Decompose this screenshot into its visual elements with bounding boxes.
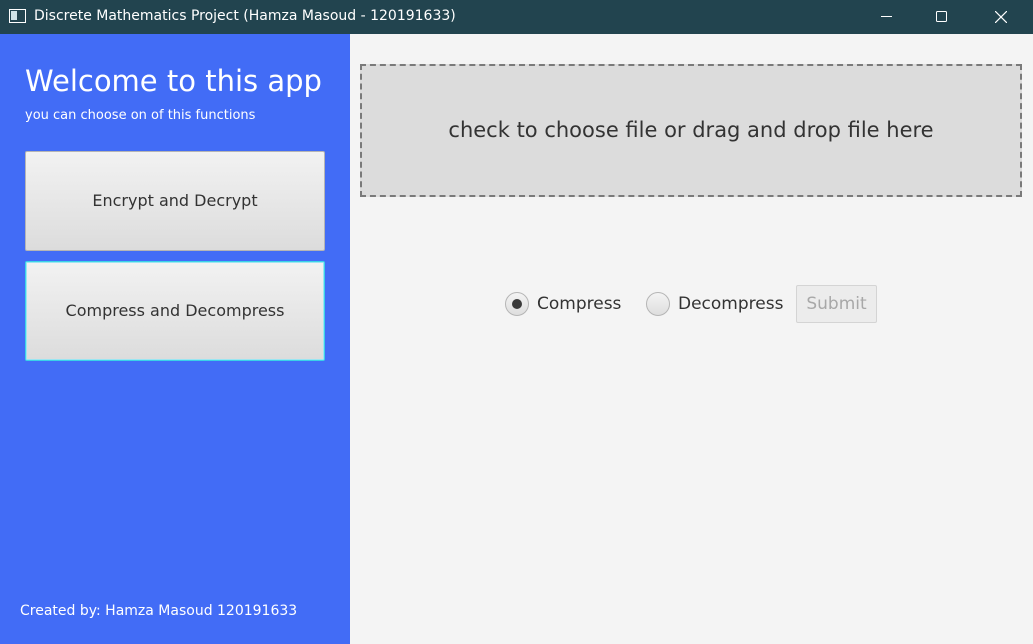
maximize-icon xyxy=(936,11,947,22)
welcome-heading: Welcome to this app xyxy=(25,64,322,98)
app-window-icon xyxy=(9,9,26,23)
minimize-icon xyxy=(881,16,892,17)
submit-button[interactable]: Submit xyxy=(796,285,877,323)
compress-radio-label[interactable]: Compress xyxy=(537,294,621,314)
close-button[interactable] xyxy=(978,0,1024,34)
file-drop-zone[interactable]: check to choose file or drag and drop fi… xyxy=(360,64,1022,197)
sidebar: Welcome to this app you can choose on of… xyxy=(0,34,350,644)
compress-radio[interactable] xyxy=(505,292,529,316)
encrypt-decrypt-button[interactable]: Encrypt and Decrypt xyxy=(25,151,325,251)
close-icon xyxy=(995,11,1007,23)
credit-text: Created by: Hamza Masoud 120191633 xyxy=(20,603,298,619)
window-title: Discrete Mathematics Project (Hamza Maso… xyxy=(34,8,456,24)
welcome-subtitle: you can choose on of this functions xyxy=(25,108,256,123)
compress-decompress-button[interactable]: Compress and Decompress xyxy=(25,261,325,361)
decompress-radio-label[interactable]: Decompress xyxy=(678,294,783,314)
radio-selected-dot xyxy=(512,299,522,309)
maximize-button[interactable] xyxy=(919,0,965,34)
minimize-button[interactable] xyxy=(864,0,910,34)
title-bar: Discrete Mathematics Project (Hamza Maso… xyxy=(0,0,1033,34)
decompress-radio[interactable] xyxy=(646,292,670,316)
